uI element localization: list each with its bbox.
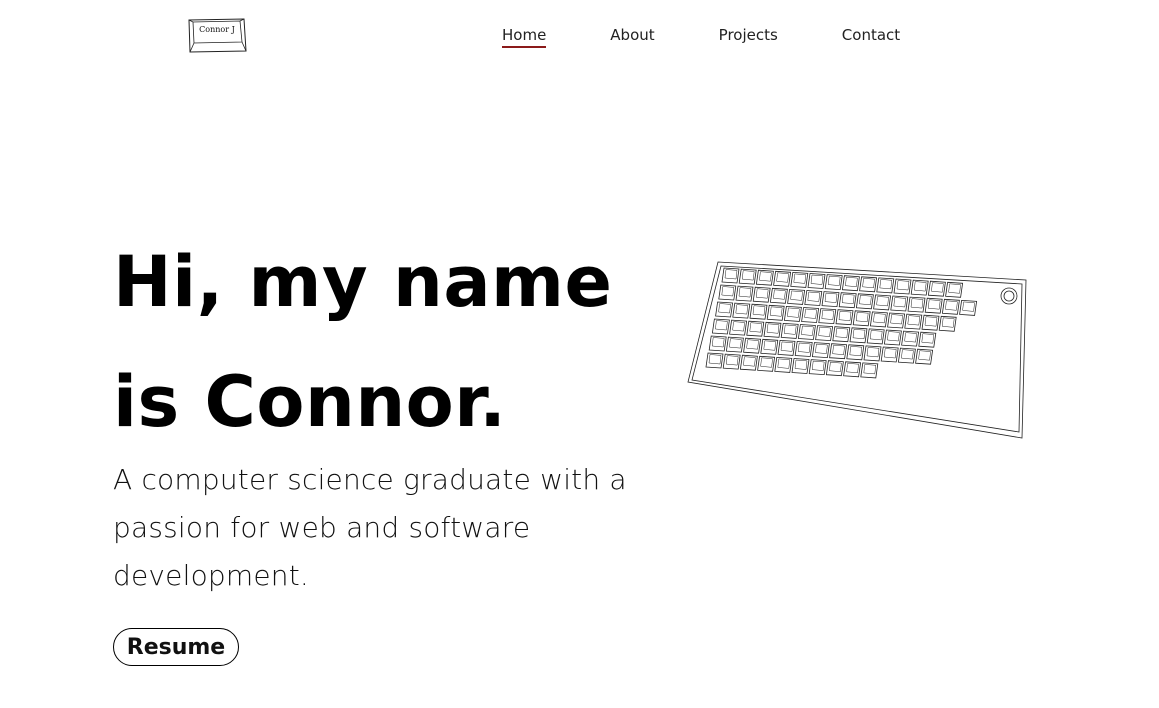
keyboard-illustration — [686, 258, 1031, 442]
logo-text: Connor J — [199, 25, 235, 34]
headline-line-2: is Connor. — [113, 361, 507, 443]
nav-projects[interactable]: Projects — [719, 26, 778, 48]
logo-link[interactable]: Connor J — [187, 17, 247, 54]
keycap-logo-icon — [188, 18, 247, 53]
headline-line-1: Hi, my name — [113, 241, 613, 323]
hero-headline: Hi, my name is Connor. — [113, 222, 673, 462]
hero-subtitle: A computer science graduate with a passi… — [113, 463, 627, 592]
resume-button[interactable]: Resume — [113, 628, 239, 666]
main-nav: Home About Projects Contact — [502, 26, 900, 48]
nav-about[interactable]: About — [610, 26, 654, 48]
mechanical-keyboard-icon — [687, 261, 1027, 439]
nav-home[interactable]: Home — [502, 26, 547, 48]
nav-contact[interactable]: Contact — [842, 26, 900, 48]
